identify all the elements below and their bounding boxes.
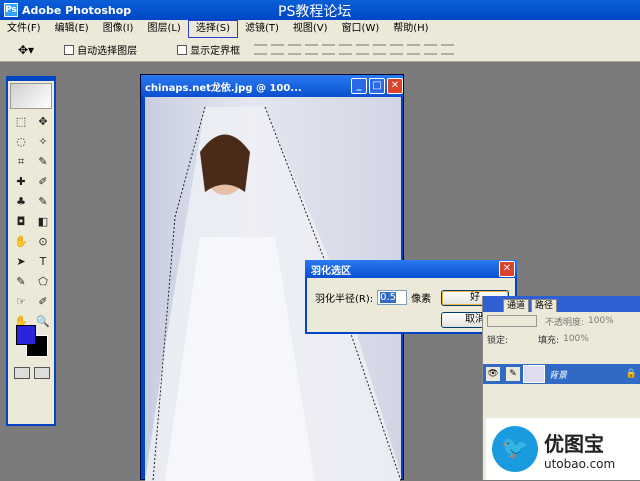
mode-buttons [14, 367, 50, 379]
photoshop-icon: Ps [4, 3, 18, 17]
menu-filter[interactable]: 滤镜(T) [238, 21, 286, 37]
eyedropper-icon[interactable]: ✐ [33, 293, 53, 311]
menu-edit[interactable]: 编辑(E) [48, 21, 96, 37]
eye-icon[interactable]: 👁 [486, 367, 500, 381]
history-brush-icon[interactable]: ✎ [33, 193, 53, 211]
move-tool-icon[interactable]: ✥▾ [18, 43, 34, 57]
opacity-row: 不透明度: 100% [483, 312, 640, 330]
healing-brush-icon[interactable]: ✚ [11, 173, 31, 191]
slice-tool-icon[interactable]: ✎ [33, 153, 53, 171]
toolbox: ⬚ ✥ ◌ ✧ ⌗ ✎ ✚ ✐ ♣ ✎ ◘ ◧ ✋ ⊙ ➤ T ✎ ⬠ ☞ ✐ … [6, 76, 56, 426]
eraser-tool-icon[interactable]: ◘ [11, 213, 31, 231]
zoom-tool-icon[interactable]: 🔍 [33, 313, 53, 331]
path-select-icon[interactable]: ➤ [11, 253, 31, 271]
layer-thumbnail [523, 365, 545, 383]
menu-view[interactable]: 视图(V) [286, 21, 335, 37]
standard-mode-icon[interactable] [14, 367, 30, 379]
menu-window[interactable]: 窗口(W) [335, 21, 387, 37]
distribute-right-icon[interactable] [441, 44, 455, 55]
menu-image[interactable]: 图像(I) [96, 21, 141, 37]
lock-label: 锁定: [487, 335, 509, 346]
magic-wand-icon[interactable]: ✧ [33, 133, 53, 151]
options-bar: ✥▾ 自动选择图层 显示定界框 [0, 38, 640, 62]
watermark-text: PS教程论坛 [278, 4, 352, 20]
brush-tool-icon[interactable]: ✐ [33, 173, 53, 191]
radius-row: 羽化半径(R): 0.5 像素 [315, 290, 431, 305]
dodge-tool-icon[interactable]: ⊙ [33, 233, 53, 251]
align-buttons [254, 44, 455, 55]
close-icon[interactable]: ✕ [387, 78, 403, 94]
minimize-icon[interactable]: _ [351, 78, 367, 94]
align-bottom-icon[interactable] [288, 44, 302, 55]
align-center-icon[interactable] [322, 44, 336, 55]
feather-logo-icon [10, 83, 52, 109]
gradient-tool-icon[interactable]: ◧ [33, 213, 53, 231]
type-tool-icon[interactable]: T [33, 253, 53, 271]
app-title: Adobe Photoshop [22, 3, 132, 17]
auto-select-checkbox[interactable] [64, 44, 75, 55]
tool-grid: ⬚ ✥ ◌ ✧ ⌗ ✎ ✚ ✐ ♣ ✎ ◘ ◧ ✋ ⊙ ➤ T ✎ ⬠ ☞ ✐ … [8, 111, 54, 333]
opacity-value[interactable]: 100% [588, 316, 614, 326]
distribute-top-icon[interactable] [356, 44, 370, 55]
align-left-icon[interactable] [305, 44, 319, 55]
fill-value[interactable]: 100% [563, 334, 589, 344]
lasso-tool-icon[interactable]: ◌ [11, 133, 31, 151]
brush-link-icon[interactable]: ✎ [506, 367, 520, 381]
lock-icon: 🔒 [625, 369, 637, 379]
brand-name: 优图宝 [544, 431, 604, 456]
layer-name: 背景 [549, 370, 568, 381]
opacity-label: 不透明度: [545, 317, 585, 328]
radius-label: 羽化半径(R): [315, 294, 374, 305]
crop-tool-icon[interactable]: ⌗ [11, 153, 31, 171]
layer-row-background[interactable]: 👁 ✎ 背景 🔒 [483, 364, 640, 384]
fill-label: 填充: [538, 335, 560, 346]
auto-select-label: 自动选择图层 [77, 46, 138, 57]
brand-url: utobao.com [544, 456, 616, 471]
dialog-close-icon[interactable]: ✕ [499, 261, 515, 277]
pen-tool-icon[interactable]: ✎ [11, 273, 31, 291]
blur-tool-icon[interactable]: ✋ [11, 233, 31, 251]
blend-mode-select[interactable] [487, 315, 537, 327]
document-titlebar: chinaps.net龙依.jpg @ 100... _ □ ✕ [141, 75, 403, 97]
lock-row: 锁定: 填充: 100% [483, 330, 640, 348]
align-right-icon[interactable] [339, 44, 353, 55]
foreground-color-swatch[interactable] [16, 325, 36, 345]
clone-stamp-icon[interactable]: ♣ [11, 193, 31, 211]
menu-layer[interactable]: 图层(L) [140, 21, 187, 37]
marquee-tool-icon[interactable]: ⬚ [11, 113, 31, 131]
menu-select[interactable]: 选择(S) [187, 20, 238, 38]
panel-tabs: 通道 路径 [483, 296, 640, 312]
distribute-center-icon[interactable] [424, 44, 438, 55]
dialog-titlebar: 羽化选区 [305, 260, 517, 278]
bounding-box-checkbox[interactable] [177, 44, 188, 55]
bounding-box-label: 显示定界框 [190, 46, 241, 57]
distribute-bottom-icon[interactable] [390, 44, 404, 55]
menu-help[interactable]: 帮助(H) [386, 21, 435, 37]
menu-file[interactable]: 文件(F) [0, 21, 48, 37]
distribute-middle-icon[interactable] [373, 44, 387, 55]
utobao-watermark: 🐦 优图宝 utobao.com [486, 418, 640, 480]
move-tool-icon[interactable]: ✥ [33, 113, 53, 131]
unit-label: 像素 [411, 294, 432, 305]
align-top-icon[interactable] [254, 44, 268, 55]
maximize-icon[interactable]: □ [369, 78, 385, 94]
menu-bar: 文件(F) 编辑(E) 图像(I) 图层(L) 选择(S) 滤镜(T) 视图(V… [0, 20, 640, 38]
radius-input[interactable]: 0.5 [377, 290, 408, 305]
align-middle-icon[interactable] [271, 44, 285, 55]
tab-paths[interactable]: 路径 [531, 299, 558, 312]
document-title: chinaps.net龙依.jpg @ 100... [145, 82, 302, 94]
quickmask-mode-icon[interactable] [34, 367, 50, 379]
notes-tool-icon[interactable]: ☞ [11, 293, 31, 311]
tab-channels[interactable]: 通道 [503, 299, 530, 312]
distribute-left-icon[interactable] [407, 44, 421, 55]
bird-logo-icon: 🐦 [492, 426, 538, 472]
shape-tool-icon[interactable]: ⬠ [33, 273, 53, 291]
